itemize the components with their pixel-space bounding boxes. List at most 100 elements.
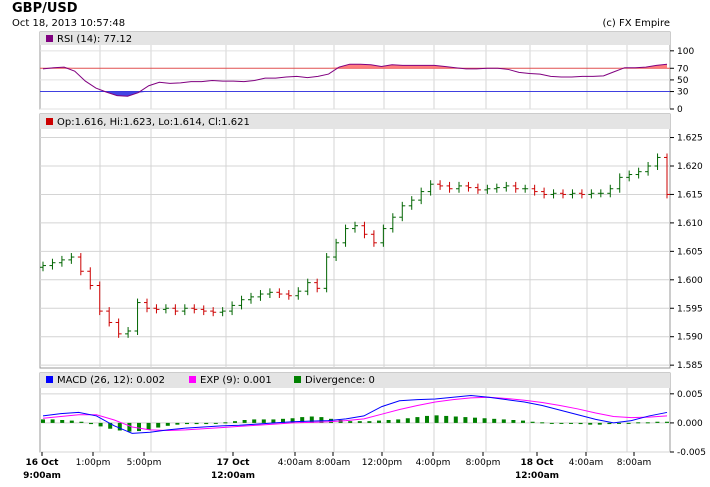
- divergence-bar: [156, 422, 161, 428]
- price-tick-label: 1.605: [677, 247, 703, 257]
- divergence-bar: [261, 419, 266, 423]
- divergence-bar: [597, 422, 602, 425]
- x-axis: 16 Oct 9:00am 1:00pm 5:00pm 17 Oct 12:00am 4:0…: [23, 452, 651, 481]
- divergence-bar: [569, 422, 573, 424]
- divergence-legend: Divergence: 0: [305, 375, 375, 386]
- macd-tick-label: 0.000: [677, 419, 703, 429]
- x-tick-label: 8:00am: [316, 458, 351, 468]
- divergence-bar: [530, 421, 535, 423]
- x-tick-sublabel: 9:00am: [23, 471, 61, 481]
- x-tick-label: 4:00pm: [416, 458, 451, 468]
- price-tick-label: 1.625: [677, 134, 703, 144]
- divergence-bar: [626, 422, 631, 424]
- x-tick-label: 8:00am: [617, 458, 652, 468]
- divergence-bar: [79, 421, 84, 423]
- divergence-bar: [271, 419, 276, 423]
- divergence-bar: [655, 421, 660, 423]
- divergence-bar: [396, 419, 401, 423]
- divergence-bar: [492, 418, 497, 423]
- divergence-bar: [165, 422, 170, 426]
- divergence-bar: [367, 421, 372, 423]
- divergence-bar: [434, 415, 439, 423]
- macd-panel: MACD (26, 12): 0.002 EXP (9): 0.001 Dive…: [39, 372, 706, 458]
- divergence-bar: [233, 421, 237, 423]
- divergence-bar: [473, 417, 477, 423]
- x-tick-label: 8:00pm: [466, 458, 501, 468]
- divergence-bar: [444, 415, 449, 423]
- divergence-bar: [453, 416, 458, 423]
- divergence-bar: [549, 422, 554, 424]
- divergence-bar: [636, 422, 641, 424]
- price-tick-label: 1.610: [677, 219, 703, 229]
- divergence-bar: [194, 422, 199, 425]
- x-tick-label: 1:00pm: [76, 458, 111, 468]
- divergence-bar: [501, 419, 506, 423]
- rsi-tick-label: 70: [677, 64, 689, 74]
- price-legend: Op:1.616, Hi:1.623, Lo:1.614, Cl:1.621: [57, 117, 250, 128]
- divergence-bar: [415, 417, 420, 423]
- divergence-bar: [348, 421, 353, 423]
- divergence-bar: [405, 418, 410, 423]
- price-tick-label: 1.615: [677, 190, 703, 200]
- x-tick-label: 12:00pm: [362, 458, 402, 468]
- divergence-bar: [137, 422, 141, 432]
- price-panel: Op:1.616, Hi:1.623, Lo:1.614, Cl:1.621 1…: [39, 113, 703, 371]
- divergence-bar: [223, 422, 228, 424]
- rsi-legend-swatch: [46, 35, 53, 42]
- divergence-bar: [521, 420, 525, 423]
- divergence-bar: [578, 422, 583, 425]
- x-tick-sublabel: 12:00am: [211, 471, 255, 481]
- divergence-bar: [175, 422, 180, 425]
- divergence-bar: [213, 422, 218, 424]
- x-tick-label: 4:00am: [569, 458, 604, 468]
- divergence-bar: [357, 421, 362, 423]
- rsi-tick-label: 50: [677, 76, 689, 86]
- rsi-panel: RSI (14): 77.12 100 70 50 30 0: [39, 31, 694, 115]
- macd-tick-label: 0.005: [677, 390, 703, 400]
- divergence-bar: [146, 422, 151, 430]
- chart-canvas: RSI (14): 77.12 100 70 50 30 0 Op:1.616, Hi:…: [23, 31, 706, 481]
- divergence-bar: [252, 419, 257, 423]
- divergence-bar: [60, 420, 65, 423]
- divergence-bar: [540, 422, 545, 424]
- divergence-bar: [98, 422, 103, 427]
- macd-legend: MACD (26, 12): 0.002: [57, 375, 165, 386]
- macd-tick-label: -0.005: [677, 448, 706, 458]
- macd-legend-swatch: [46, 376, 53, 383]
- x-tick-sublabel: 12:00am: [515, 471, 559, 481]
- divergence-bar: [463, 417, 468, 423]
- x-tick-label: 5:00pm: [127, 458, 162, 468]
- exp-legend: EXP (9): 0.001: [200, 375, 272, 386]
- divergence-bar: [645, 422, 650, 424]
- divergence-bar: [89, 422, 93, 425]
- divergence-bar: [386, 420, 391, 423]
- exp-legend-swatch: [189, 376, 196, 383]
- x-tick-label: 16 Oct: [26, 458, 60, 468]
- divergence-bar: [482, 418, 487, 423]
- divergence-bar: [617, 422, 621, 424]
- divergence-bar: [50, 419, 55, 423]
- divergence-bar: [559, 422, 564, 424]
- divergence-bar: [665, 421, 669, 423]
- divergence-bar: [511, 420, 516, 423]
- rsi-tick-label: 0: [677, 105, 683, 115]
- price-tick-label: 1.585: [677, 361, 703, 371]
- divergence-bar: [127, 422, 132, 432]
- x-tick-label: 4:00am: [278, 458, 313, 468]
- divergence-bar: [588, 422, 593, 425]
- divergence-bar: [607, 422, 612, 425]
- divergence-bar: [69, 420, 74, 423]
- divergence-legend-swatch: [294, 376, 301, 383]
- price-tick-label: 1.600: [677, 276, 703, 286]
- divergence-bar: [242, 420, 247, 423]
- price-tick-label: 1.620: [677, 162, 703, 172]
- divergence-bar: [185, 422, 189, 425]
- rsi-tick-label: 30: [677, 88, 689, 98]
- x-tick-label: 17 Oct: [217, 458, 251, 468]
- divergence-bar: [425, 415, 429, 423]
- rsi-legend: RSI (14): 77.12: [57, 34, 132, 45]
- divergence-bar: [204, 422, 209, 425]
- rsi-tick-label: 100: [677, 47, 694, 57]
- divergence-bar: [117, 422, 122, 431]
- divergence-bar: [300, 417, 305, 423]
